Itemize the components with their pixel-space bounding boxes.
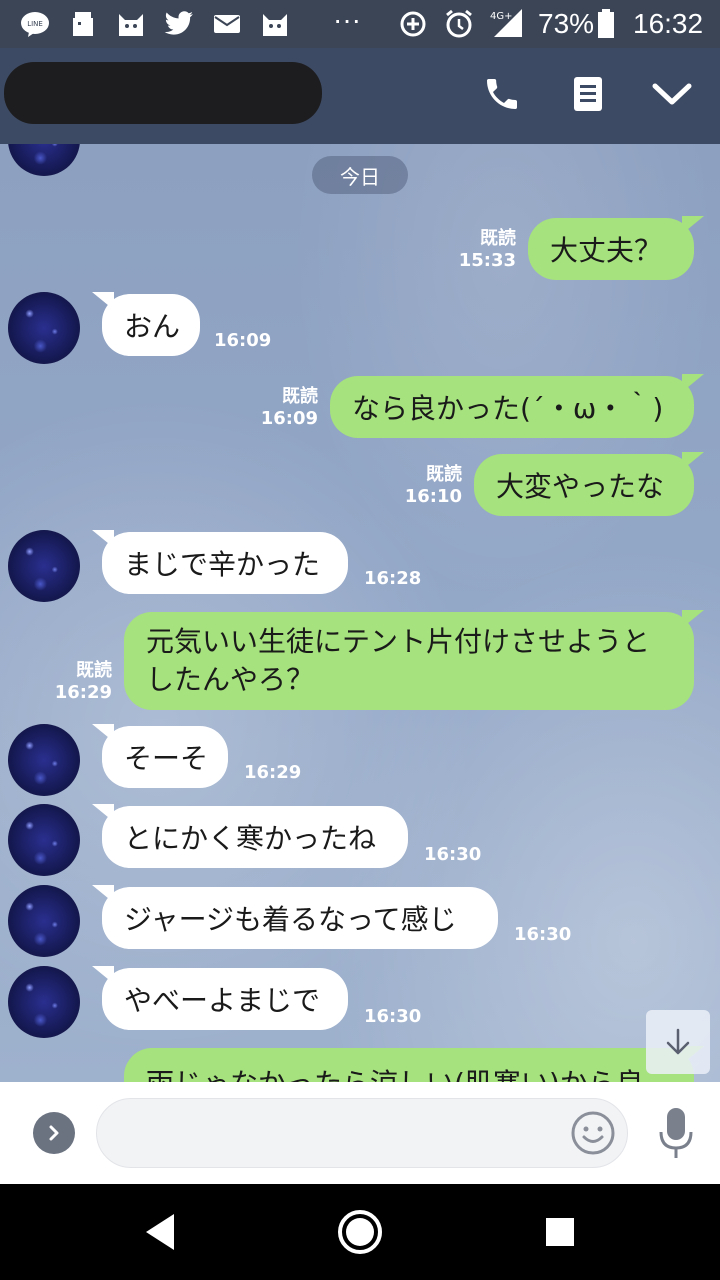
data-saver-icon — [398, 10, 428, 38]
message-time: 16:30 — [424, 844, 482, 865]
avatar[interactable] — [8, 885, 80, 957]
chat-area[interactable]: 今日 既読 15:33 大丈夫？ おん 16:09 既読 16:09 なら良かっ… — [0, 144, 720, 1082]
incoming-message[interactable]: おん — [92, 292, 200, 356]
svg-text:LINE: LINE — [27, 20, 43, 28]
message-time: 16:10 — [404, 486, 462, 507]
avatar[interactable] — [8, 966, 80, 1038]
avatar[interactable] — [8, 530, 80, 602]
line-icon: LINE — [20, 10, 50, 38]
message-input-bar — [0, 1082, 720, 1184]
chevron-down-icon — [652, 83, 692, 105]
outgoing-message[interactable]: 元気いい生徒にテント片付けさせようとしたんやろ？ — [124, 610, 704, 710]
smiley-icon — [571, 1111, 615, 1155]
incoming-message[interactable]: やべーよまじで — [92, 966, 348, 1030]
incoming-message[interactable]: とにかく寒かったね — [92, 804, 408, 868]
phone-icon — [487, 79, 517, 109]
battery-percent: 73% — [538, 8, 595, 39]
contact-name-redacted[interactable] — [4, 62, 322, 124]
microphone-icon — [659, 1108, 693, 1158]
message-meta: 既読 16:29 — [54, 660, 112, 704]
clock: 16:32 — [633, 8, 704, 39]
expand-menu-button[interactable] — [33, 1112, 75, 1154]
box-icon — [68, 10, 98, 38]
outgoing-message[interactable]: 大変やったな — [474, 452, 704, 516]
scroll-to-bottom-button[interactable] — [646, 1010, 710, 1074]
system-nav-bar — [0, 1184, 720, 1280]
home-circle-icon — [338, 1210, 382, 1254]
read-receipt: 既読 — [76, 660, 112, 681]
message-meta: 既読 15:33 — [458, 228, 516, 272]
message-time: 16:09 — [214, 330, 272, 351]
cat-icon — [260, 10, 290, 38]
voice-input-button[interactable] — [656, 1106, 696, 1162]
avatar[interactable] — [8, 804, 80, 876]
outgoing-message[interactable]: なら良かった(´・ω・｀) — [330, 374, 704, 438]
alarm-icon — [444, 9, 474, 38]
recents-button[interactable] — [534, 1206, 586, 1258]
signal-icon: 4G+ — [488, 9, 524, 38]
read-receipt: 既読 — [480, 228, 516, 249]
message-time: 16:29 — [244, 762, 302, 783]
phone-call-button[interactable] — [480, 72, 524, 116]
avatar[interactable] — [8, 292, 80, 364]
avatar[interactable] — [8, 144, 80, 176]
incoming-message[interactable]: そーそ — [92, 724, 228, 788]
battery-icon — [596, 9, 616, 38]
message-time: 16:09 — [260, 408, 318, 429]
note-icon — [574, 77, 602, 111]
chat-header — [0, 48, 720, 144]
avatar[interactable] — [8, 724, 80, 796]
date-separator: 今日 — [312, 156, 408, 194]
read-receipt: 既読 — [282, 386, 318, 407]
chevron-right-icon — [49, 1125, 59, 1141]
cat-icon — [116, 10, 146, 38]
back-button[interactable] — [134, 1206, 186, 1258]
outgoing-message[interactable]: 大丈夫？ — [528, 216, 704, 280]
message-time: 15:33 — [458, 250, 516, 271]
menu-dropdown-button[interactable] — [650, 72, 694, 116]
message-time: 16:28 — [364, 568, 422, 589]
more-icon: ··· — [333, 4, 361, 35]
back-triangle-icon — [146, 1214, 174, 1250]
incoming-message[interactable]: ジャージも着るなって感じ — [92, 885, 498, 949]
mail-icon — [212, 10, 242, 38]
message-meta: 既読 16:10 — [404, 464, 462, 508]
emoji-button[interactable] — [570, 1110, 616, 1156]
incoming-message[interactable]: まじで辛かった — [92, 530, 348, 594]
status-bar: LINE ··· 4G+ 73% 16:32 — [0, 0, 720, 48]
twitter-icon — [164, 10, 194, 38]
read-receipt: 既読 — [426, 464, 462, 485]
svg-text:4G+: 4G+ — [490, 11, 513, 22]
message-input[interactable] — [96, 1098, 628, 1168]
message-time: 16:30 — [514, 924, 572, 945]
message-meta: 既読 16:09 — [260, 386, 318, 430]
outgoing-message[interactable]: 雨じゃなかったら涼しい(肌寒い)から良 — [124, 1046, 704, 1082]
message-time: 16:30 — [364, 1006, 422, 1027]
arrow-down-icon — [666, 1028, 690, 1055]
home-button[interactable] — [334, 1206, 386, 1258]
recents-square-icon — [546, 1218, 574, 1246]
notes-button[interactable] — [566, 72, 610, 116]
message-time: 16:29 — [54, 682, 112, 703]
